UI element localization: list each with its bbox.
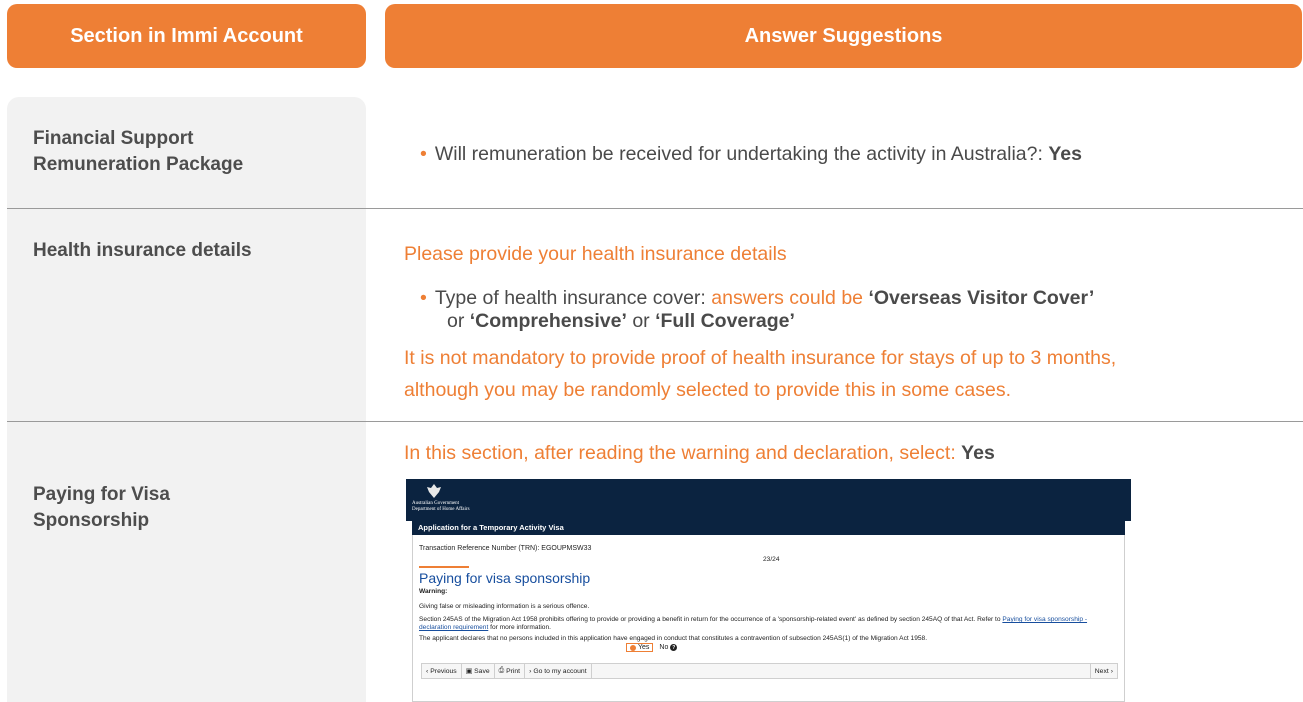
header-section-label: Section in Immi Account: [70, 24, 303, 47]
print-button[interactable]: ⎙ Print: [495, 664, 526, 678]
print-label: Print: [506, 667, 521, 675]
help-icon[interactable]: ?: [670, 644, 678, 652]
row-divider: [7, 421, 1303, 422]
print-icon: ⎙: [498, 667, 505, 674]
health-item-cont: or ‘Comprehensive’ or ‘Full Coverage’: [447, 309, 795, 333]
financial-question: Will remuneration be received for undert…: [434, 143, 1043, 165]
section-column: [7, 97, 366, 702]
previous-button[interactable]: ‹ Previous: [422, 664, 462, 678]
gov-name: Australian Government Department of Home…: [412, 501, 470, 513]
header-answers: Answer Suggestions: [385, 4, 1302, 68]
form-page-title: Paying for visa sponsorship: [419, 570, 591, 586]
progress-accent: [419, 566, 469, 568]
financial-answer: • Will remuneration be received for under…: [420, 142, 1082, 166]
form-nav-bar: ‹ Previous ▣ Save ⎙ Print › Go to my account…: [421, 663, 1118, 679]
label-financial-line1: Financial Support: [33, 128, 194, 149]
health-option-comprehensive: ‘Comprehensive’: [469, 310, 627, 332]
section-text: Section 245AS of the Migration Act 1958 …: [419, 616, 1119, 632]
coat-of-arms-icon: [424, 482, 444, 500]
health-or-2: or: [632, 310, 650, 332]
form-body: Transaction Reference Number (TRN): EGOU…: [412, 535, 1125, 702]
sponsorship-instruction: In this section, after reading the warni…: [404, 441, 995, 465]
next-button[interactable]: Next ›: [1089, 664, 1117, 678]
chevron-right-icon: ›: [1110, 667, 1113, 675]
no-radio[interactable]: No ?: [659, 643, 678, 652]
trn-text: Transaction Reference Number (TRN): EGOU…: [419, 545, 592, 552]
save-button[interactable]: ▣ Save: [462, 664, 495, 678]
header-answers-label: Answer Suggestions: [744, 24, 943, 47]
health-or-1: or: [447, 310, 465, 332]
bullet-icon: •: [420, 143, 427, 165]
yes-no-radio-group: Yes No ?: [626, 643, 678, 652]
next-label: Next: [1094, 667, 1109, 675]
warning-text: Giving false or misleading information i…: [419, 603, 590, 610]
application-title-bar: Application for a Temporary Activity Vis…: [412, 521, 1125, 535]
save-label: Save: [474, 667, 490, 675]
page-indicator: 23/24: [763, 556, 780, 563]
section-text-a: Section 245AS of the Migration Act 1958 …: [419, 616, 1001, 623]
label-sponsorship: Paying for Visa Sponsorship: [33, 482, 170, 534]
health-note-line2: although you may be randomly selected to…: [404, 379, 1011, 401]
go-to-account-button[interactable]: › Go to my account: [525, 664, 592, 678]
label-financial: Financial Support Remuneration Package: [33, 126, 243, 178]
health-option-overseas: ‘Overseas Visitor Cover’: [868, 287, 1095, 309]
row-divider: [7, 208, 1303, 209]
health-note-line1: It is not mandatory to provide proof of …: [404, 347, 1117, 369]
declaration-text: The applicant declares that no persons i…: [419, 635, 928, 642]
label-financial-line2: Remuneration Package: [33, 154, 244, 175]
go-account-label: Go to my account: [533, 667, 587, 675]
section-text-b: for more information.: [490, 624, 551, 631]
label-sponsorship-line1: Paying for Visa: [33, 484, 170, 505]
embedded-form-screenshot: Australian Government Department of Home…: [406, 479, 1131, 702]
save-icon: ▣: [465, 668, 473, 675]
sponsorship-instruction-text: In this section, after reading the warni…: [404, 442, 956, 464]
bullet-icon: •: [420, 287, 427, 309]
warning-label: Warning:: [419, 588, 448, 595]
previous-label: Previous: [430, 667, 457, 675]
no-label: No: [659, 643, 669, 651]
gov-banner: Australian Government Department of Home…: [406, 479, 1131, 521]
health-item-prefix: Type of health insurance cover:: [434, 287, 706, 309]
financial-answer-value: Yes: [1048, 143, 1082, 165]
yes-label: Yes: [638, 644, 650, 651]
radio-selected-icon: [630, 644, 636, 651]
health-option-full: ‘Full Coverage’: [655, 310, 795, 332]
gov-line2: Department of Home Affairs: [412, 507, 470, 512]
header-section: Section in Immi Account: [7, 4, 366, 68]
health-item-middle: answers could be: [711, 287, 864, 309]
label-health: Health insurance details: [33, 240, 252, 261]
yes-radio[interactable]: Yes: [626, 643, 654, 652]
health-intro: Please provide your health insurance det…: [404, 243, 787, 265]
sponsorship-answer: Yes: [961, 442, 995, 464]
chevron-left-icon: ‹: [426, 667, 429, 675]
chevron-right-icon: ›: [529, 667, 532, 675]
label-sponsorship-line2: Sponsorship: [33, 510, 150, 531]
health-item: • Type of health insurance cover: answers…: [420, 286, 1300, 310]
